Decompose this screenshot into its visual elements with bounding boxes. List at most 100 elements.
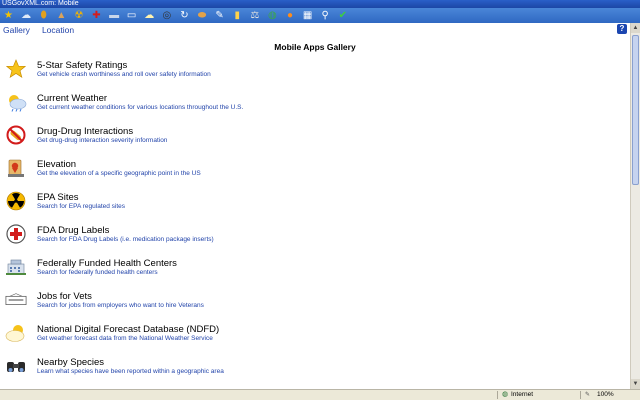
toolbar-button-pen[interactable]: ✎ [212,9,227,22]
magnifier-icon: ⚲ [321,10,329,21]
elevation-icon: ▲ [56,10,67,21]
health-center-icon[interactable] [5,256,27,278]
app-title-link[interactable]: Jobs for Vets [37,291,92,302]
list-item[interactable]: Current Weather Get current weather condi… [0,89,630,122]
toolbar-button-magnifier[interactable]: ⚲ [318,9,333,22]
refresh-icon: ↻ [180,10,189,21]
pen-icon: ✎ [215,10,224,21]
toolbar-button-forecast[interactable]: ☁ [142,9,157,22]
status-bar: ◍ Internet ✎ 100% [0,389,640,400]
apps-list: 5-Star Safety Ratings Get vehicle crash w… [0,56,630,386]
toolbar-button-sun[interactable]: ● [283,9,298,22]
toolbar-button-jobs[interactable]: ▭ [124,9,139,22]
star-icon: ★ [4,10,13,21]
window-title: USGovXML.com: Mobile [2,0,79,7]
checkmark-icon: ✔ [338,10,347,21]
radiation-icon: ☢ [74,10,84,21]
toolbar-button-bread[interactable]: ⬬ [195,9,210,22]
list-item[interactable]: Jobs for Vets Search for jobs from employ… [0,287,630,320]
toolbar-button-pill[interactable]: ⬮ [36,9,51,22]
app-title-link[interactable]: FDA Drug Labels [37,225,109,236]
security-zone: Internet [511,391,534,398]
toolbar-button-elevation[interactable]: ▲ [54,9,69,22]
help-button[interactable]: ? [617,24,627,34]
app-description: Get drug-drug interaction severity infor… [37,137,168,144]
app-description: Search for FDA Drug Labels (i.e. medicat… [37,236,214,243]
status-divider [497,391,498,399]
list-item[interactable]: National Digital Forecast Database (NDFD… [0,320,630,353]
pill-icon: ⬮ [40,10,47,21]
app-title-link[interactable]: National Digital Forecast Database (NDFD… [37,324,219,335]
page-title: Mobile Apps Gallery [274,42,356,52]
weather-icon[interactable] [5,91,27,113]
list-item[interactable]: EPA Sites Search for EPA regulated sites [0,188,630,221]
zoom-level[interactable]: 100% [597,390,614,400]
app-title-link[interactable]: 5-Star Safety Ratings [37,60,127,71]
protected-mode-icon: ✎ [585,392,591,398]
toolbar-button-grid[interactable]: ▦ [300,9,315,22]
toolbar-button-radiation[interactable]: ☢ [71,9,86,22]
toolbar-button-health-center[interactable]: ▬ [107,9,122,22]
list-item[interactable]: Elevation Get the elevation of a specific… [0,155,630,188]
app-description: Get the elevation of a specific geograph… [37,170,201,177]
jobs-icon[interactable] [5,289,27,311]
weather-icon: ☁ [21,10,32,21]
toolbar-button-checkmark[interactable]: ✔ [335,9,350,22]
jobs-icon: ▭ [126,10,137,21]
health-center-icon: ▬ [109,10,120,21]
binoculars-icon: ◎ [162,10,172,21]
forecast-icon[interactable] [5,322,27,344]
app-title-link[interactable]: Federally Funded Health Centers [37,258,177,269]
app-title-link[interactable]: Nearby Species [37,357,104,368]
elevation-icon[interactable] [5,157,27,179]
list-item[interactable]: Nearby Species Learn what species have be… [0,353,630,386]
scales-icon: ⚖ [250,10,260,21]
scroll-down-arrow-icon[interactable]: ▼ [631,379,640,389]
app-description: Search for jobs from employers who want … [37,302,204,309]
toolbar-button-weather[interactable]: ☁ [19,9,34,22]
list-item[interactable]: 5-Star Safety Ratings Get vehicle crash w… [0,56,630,89]
medical-cross-icon: ✚ [92,10,101,21]
app-title-link[interactable]: Elevation [37,159,76,170]
app-title-link[interactable]: EPA Sites [37,192,79,203]
app-description: Learn what species have been reported wi… [37,368,224,375]
medical-cross-icon[interactable] [5,223,27,245]
pill-icon[interactable] [5,124,27,146]
list-item[interactable]: Federally Funded Health Centers Search fo… [0,254,630,287]
app-title-link[interactable]: Current Weather [37,93,107,104]
scroll-thumb[interactable] [632,35,639,185]
toolbar-button-binoculars[interactable]: ◎ [159,9,174,22]
vertical-scrollbar[interactable]: ▲ ▼ [630,23,640,389]
list-item[interactable]: Drug-Drug Interactions Get drug-drug inte… [0,122,630,155]
radiation-icon[interactable] [5,190,27,212]
nav-link-gallery[interactable]: Gallery [3,25,30,35]
app-toolbar: ★ ☁ ⬮ ▲ ☢ ✚ ▬ ▭ ☁ ◎ ↻ ⬬ ✎ ▮ ⚖ ◍ ● ▦ ⚲ ✔ [0,8,640,23]
star-icon[interactable] [5,58,27,80]
window-title-bar: USGovXML.com: Mobile [0,0,640,8]
top-nav: Gallery Location ? [0,23,630,37]
toolbar-button-book[interactable]: ▮ [230,9,245,22]
app-title-link[interactable]: Drug-Drug Interactions [37,126,133,137]
nav-link-location[interactable]: Location [42,25,74,35]
binoculars-icon[interactable] [5,355,27,377]
app-description: Search for federally funded health cente… [37,269,158,276]
book-icon: ▮ [234,10,240,21]
app-description: Get current weather conditions for vario… [37,104,244,111]
sun-icon: ● [286,10,294,21]
toolbar-button-medical-cross[interactable]: ✚ [89,9,104,22]
app-description: Get weather forecast data from the Natio… [37,335,213,342]
status-divider [580,391,581,399]
toolbar-button-globe[interactable]: ◍ [265,9,280,22]
forecast-icon: ☁ [144,10,155,21]
grid-icon: ▦ [302,10,313,21]
globe-icon: ◍ [268,10,277,21]
toolbar-button-scales[interactable]: ⚖ [247,9,262,22]
toolbar-button-refresh[interactable]: ↻ [177,9,192,22]
app-description: Get vehicle crash worthiness and roll ov… [37,71,211,78]
app-description: Search for EPA regulated sites [37,203,126,210]
list-item[interactable]: FDA Drug Labels Search for FDA Drug Label… [0,221,630,254]
internet-globe-icon: ◍ [502,391,509,398]
bread-icon: ⬬ [197,10,207,21]
toolbar-button-star[interactable]: ★ [1,9,16,22]
scroll-up-arrow-icon[interactable]: ▲ [631,23,640,33]
